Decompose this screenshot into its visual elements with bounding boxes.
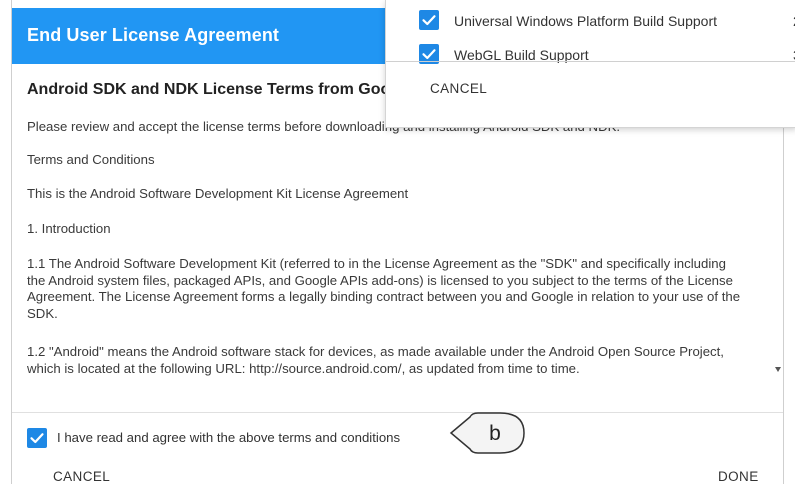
done-button[interactable]: DONE [718,469,759,484]
module-label: Universal Windows Platform Build Support [454,13,717,29]
license-paragraph: 1.2 "Android" means the Android software… [27,344,724,376]
check-icon [422,15,436,26]
screenshot-root: End User License Agreement Android SDK a… [0,0,795,484]
module-popup: Universal Windows Platform Build Support… [385,0,795,128]
agree-label: I have read and agree with the above ter… [57,430,401,445]
popup-cancel-button[interactable]: CANCEL [430,81,487,96]
check-icon [422,49,436,60]
module-checkbox[interactable] [419,10,439,30]
agree-checkbox[interactable] [27,428,47,448]
callout-label: b [489,422,501,445]
popup-divider [386,61,795,62]
footer-divider [12,412,783,413]
check-icon [30,433,44,444]
license-paragraph: Terms and Conditions [27,152,155,167]
license-paragraph: 1. Introduction [27,221,111,236]
license-paragraph: 1.1 The Android Software Development Kit… [27,256,741,321]
license-heading: Android SDK and NDK License Terms from G… [27,81,414,98]
scroll-down-arrow-icon[interactable] [775,367,781,372]
cancel-button[interactable]: CANCEL [53,469,110,484]
dialog-title: End User License Agreement [27,25,280,45]
callout-bubble-icon: b [449,412,525,454]
license-paragraph: This is the Android Software Development… [27,186,409,201]
